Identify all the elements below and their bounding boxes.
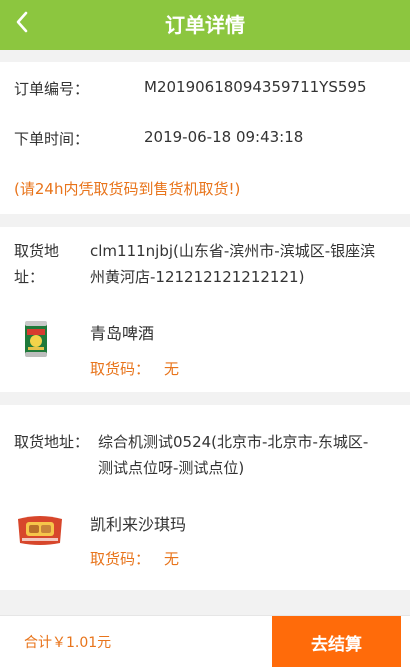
order-number-label: 订单编号： [14,80,90,98]
order-time-row: 下单时间： 2019-06-18 09:43:18 [14,128,303,149]
header-bar: 订单详情 [0,0,410,50]
address-text: clm111njbj(山东省-滨州市-滨城区-银座滨 州黄河店-12121212… [90,238,375,290]
address-line: 测试点位呀-测试点位) [98,459,245,477]
product-name: 青岛啤酒 [90,324,155,343]
order-number-row: 订单编号： M20190618094359711YS595 [14,78,367,99]
order-info-card: 订单编号： M20190618094359711YS595 下单时间： 2019… [0,62,410,214]
pickup-notice: (请24h内凭取货码到售货机取货!) [14,180,241,198]
page-title: 订单详情 [165,13,245,37]
pickup-code-value: 无 [164,550,180,568]
product-name: 凯利来沙琪玛 [90,515,187,534]
checkout-button[interactable]: 去结算 [272,616,401,667]
address-label-line: 取货地 [14,242,60,260]
order-time-value: 2019-06-18 09:43:18 [144,128,304,146]
order-item-card: 取货地 址： clm111njbj(山东省-滨州市-滨城区-银座滨 州黄河店-1… [0,227,410,392]
order-item-card: 取货地址： 综合机测试0524(北京市-北京市-东城区- 测试点位呀-测试点位)… [0,405,410,590]
order-total: 合计￥1.01元 [24,635,112,651]
snack-pack-icon [16,513,64,551]
beer-can-icon [23,319,49,363]
address-line: 州黄河店-121212121212121) [90,268,305,286]
checkout-bar: 合计￥1.01元 去结算 [0,615,410,667]
pickup-code-label: 取货码： [90,360,151,378]
address-line: clm111njbj(山东省-滨州市-滨城区-银座滨 [90,242,376,260]
pickup-code-label: 取货码： [90,550,151,568]
address-line: 综合机测试0524(北京市-北京市-东城区- [98,433,369,451]
order-number-value: M20190618094359711YS595 [144,78,367,96]
pickup-code-row: 取货码： 无 [90,548,179,569]
address-label: 取货地 址： [14,238,59,290]
order-time-label: 下单时间： [14,130,90,148]
pickup-code-row: 取货码： 无 [90,358,179,379]
address-text: 综合机测试0524(北京市-北京市-东城区- 测试点位呀-测试点位) [98,429,368,481]
address-label-line: 址： [14,268,45,286]
pickup-code-value: 无 [164,360,180,378]
address-label: 取货地址： [14,433,90,451]
